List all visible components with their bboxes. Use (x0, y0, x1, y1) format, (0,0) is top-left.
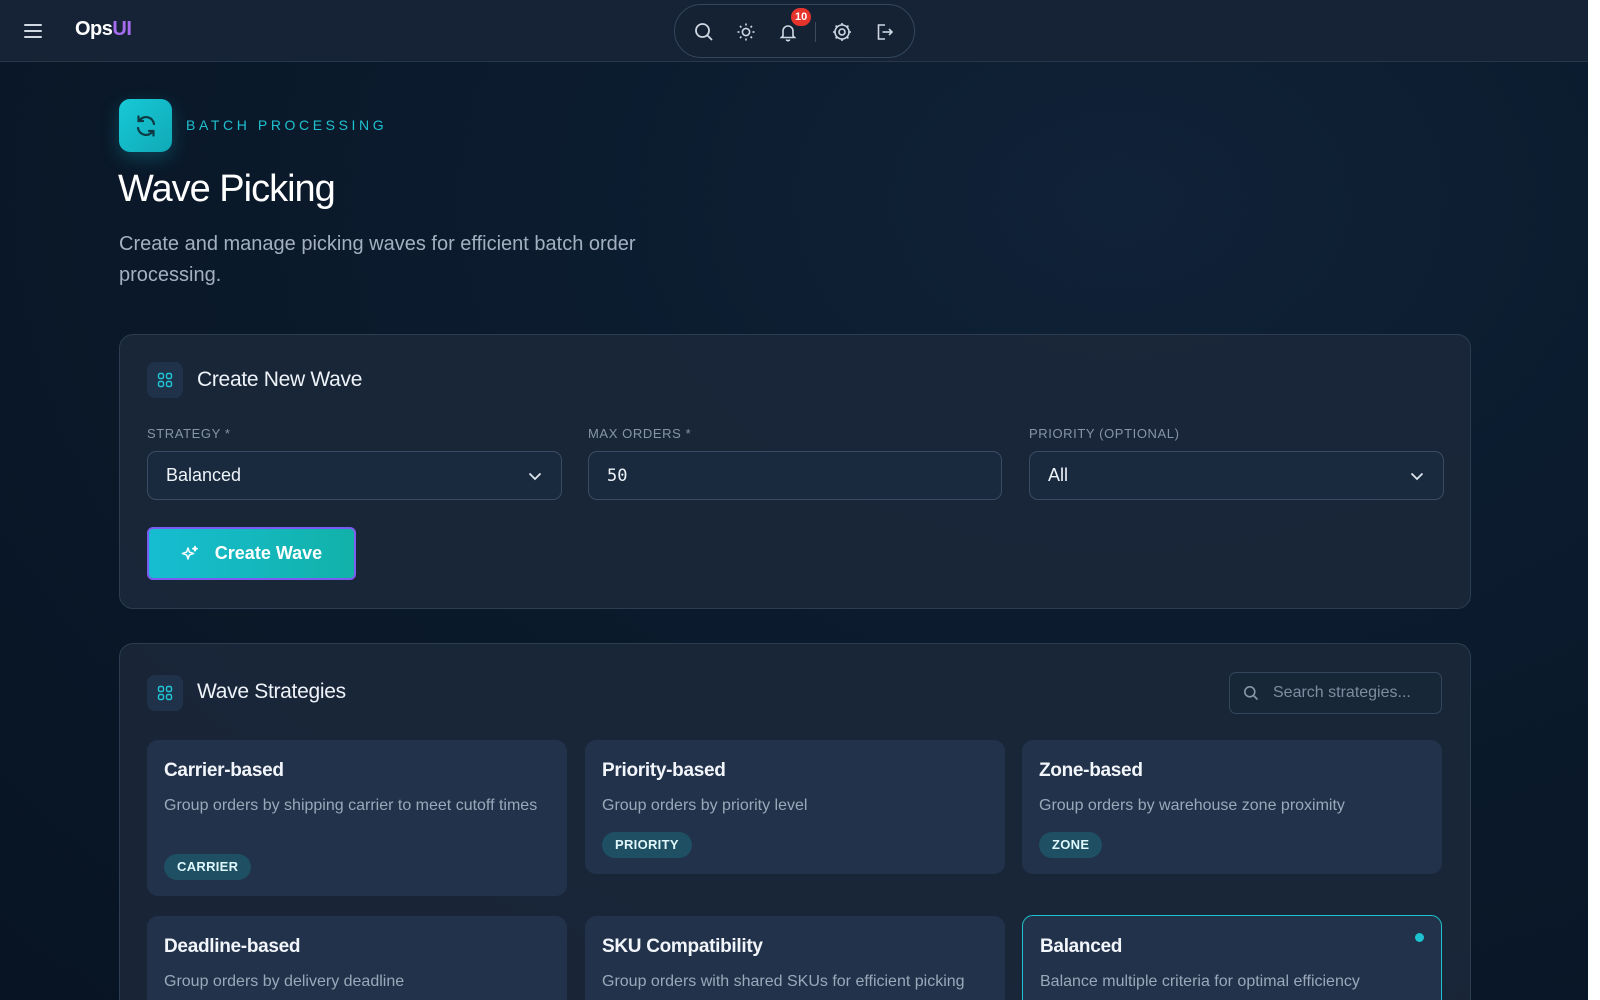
strategy-card-title: Deadline-based (164, 936, 301, 957)
page-eyebrow: BATCH PROCESSING (186, 117, 388, 133)
search-icon (1244, 686, 1259, 701)
chevron-down-icon (528, 472, 542, 481)
brand-name-ui: UI (112, 18, 132, 40)
refresh-icon (119, 99, 172, 152)
logout-icon[interactable] (869, 17, 899, 47)
brand-logo[interactable]: OpsUI (75, 18, 132, 41)
strategy-card-description: Group orders by delivery deadline (164, 973, 405, 990)
top-navigation-bar: OpsUI 10 (0, 0, 1588, 62)
max-orders-input[interactable] (607, 465, 987, 486)
max-orders-field[interactable] (588, 451, 1002, 500)
search-icon[interactable] (689, 17, 719, 47)
strategy-card-title: Zone-based (1039, 760, 1143, 781)
priority-label: PRIORITY (OPTIONAL) (1029, 426, 1180, 441)
strategy-card-description: Group orders by priority level (602, 797, 808, 814)
gear-icon[interactable] (827, 17, 857, 47)
create-wave-panel: Create New Wave STRATEGY * Balanced MAX … (119, 334, 1471, 609)
strategy-card-description: Group orders with shared SKUs for effici… (602, 973, 965, 990)
strategy-card-carrier[interactable]: Carrier-based Group orders by shipping c… (147, 740, 567, 896)
brand-name-ops: Ops (75, 18, 113, 40)
strategy-card-description: Group orders by warehouse zone proximity (1039, 797, 1345, 814)
strategy-card-deadline[interactable]: Deadline-based Group orders by delivery … (147, 916, 567, 1000)
toolbar-divider (815, 22, 816, 42)
selected-indicator-dot (1415, 933, 1424, 942)
strategy-label: STRATEGY * (147, 426, 231, 441)
top-toolbar: 10 (674, 4, 915, 58)
sparkles-icon (181, 545, 198, 560)
strategy-tag: PRIORITY (602, 832, 692, 858)
strategy-selected-value: Balanced (166, 465, 242, 485)
hamburger-menu-icon[interactable] (24, 19, 46, 43)
strategy-card-balanced[interactable]: Balanced Balance multiple criteria for o… (1022, 915, 1442, 1000)
strategy-card-sku-compatibility[interactable]: SKU Compatibility Group orders with shar… (585, 916, 1005, 1000)
priority-select[interactable]: All (1029, 451, 1444, 500)
strategy-card-title: Carrier-based (164, 760, 284, 781)
sun-icon[interactable] (731, 17, 761, 47)
strategy-card-title: Balanced (1040, 936, 1123, 957)
grid-icon (147, 675, 183, 711)
strategy-card-title: SKU Compatibility (602, 936, 763, 957)
strategy-card-zone[interactable]: Zone-based Group orders by warehouse zon… (1022, 740, 1442, 874)
strategy-card-priority[interactable]: Priority-based Group orders by priority … (585, 740, 1005, 874)
create-wave-title: Create New Wave (197, 368, 363, 391)
wave-strategies-title: Wave Strategies (197, 680, 346, 703)
page-title: Wave Picking (118, 168, 336, 210)
create-wave-button-label: Create Wave (214, 543, 323, 563)
page-subtitle: Create and manage picking waves for effi… (119, 233, 636, 286)
wave-strategies-panel: Wave Strategies Carrier-based Group orde… (119, 643, 1471, 1000)
strategy-tag: CARRIER (164, 854, 252, 880)
strategy-card-description: Balance multiple criteria for optimal ef… (1040, 973, 1360, 990)
strategy-select[interactable]: Balanced (147, 451, 562, 500)
chevron-down-icon (1410, 472, 1424, 481)
strategy-search[interactable] (1229, 672, 1442, 714)
page-scrollbar[interactable] (1588, 0, 1600, 1000)
strategy-card-title: Priority-based (602, 760, 726, 781)
create-wave-button[interactable]: Create Wave (147, 527, 356, 580)
notification-count-badge: 10 (791, 8, 812, 26)
strategy-card-description: Group orders by shipping carrier to meet… (164, 797, 538, 814)
priority-selected-value: All (1048, 465, 1069, 485)
strategy-search-input[interactable] (1273, 684, 1433, 702)
grid-icon (147, 362, 183, 398)
max-orders-label: MAX ORDERS * (588, 426, 692, 441)
strategy-tag: ZONE (1039, 832, 1103, 858)
